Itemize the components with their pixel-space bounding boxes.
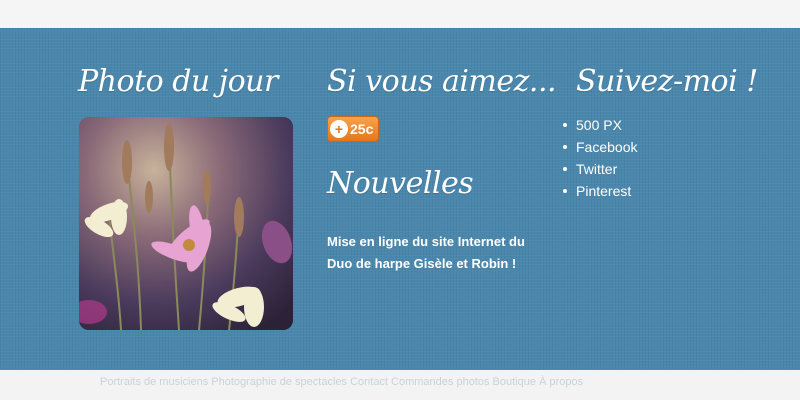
social-link-item: 500 PX — [563, 114, 637, 136]
flattr-button[interactable]: + 25c — [327, 116, 379, 142]
bullet-icon — [563, 145, 567, 149]
social-link-item: Facebook — [563, 136, 637, 158]
link-500px[interactable]: 500 PX — [576, 117, 622, 133]
news-heading: Nouvelles — [327, 166, 474, 201]
footer-widget-band: Photo du jour Si vous aimez... + 25c Nou… — [0, 28, 800, 370]
photo-of-the-day-heading: Photo du jour — [78, 64, 278, 99]
news-item-text: Mise en ligne du site Internet du Duo de… — [327, 234, 525, 271]
top-strip — [0, 0, 800, 28]
bullet-icon — [563, 189, 567, 193]
link-pinterest[interactable]: Pinterest — [576, 183, 631, 199]
bullet-icon — [563, 167, 567, 171]
social-link-item: Twitter — [563, 158, 637, 180]
link-facebook[interactable]: Facebook — [576, 139, 637, 155]
flattr-plus-icon: + — [330, 120, 348, 138]
social-links-list: 500 PX Facebook Twitter Pinterest — [563, 114, 637, 202]
footer-nav-links[interactable]: Portraits de musiciens Photographie de s… — [100, 376, 583, 388]
photo-of-the-day-image[interactable] — [79, 117, 293, 330]
footer-nav-strip: Portraits de musiciens Photographie de s… — [0, 370, 800, 400]
social-link-item: Pinterest — [563, 180, 637, 202]
follow-me-heading: Suivez-moi ! — [576, 64, 758, 99]
flower-photo-illustration — [79, 117, 293, 330]
link-twitter[interactable]: Twitter — [576, 161, 617, 177]
if-you-like-heading: Si vous aimez... — [327, 64, 557, 99]
flattr-count: 25c — [350, 121, 374, 137]
bullet-icon — [563, 123, 567, 127]
